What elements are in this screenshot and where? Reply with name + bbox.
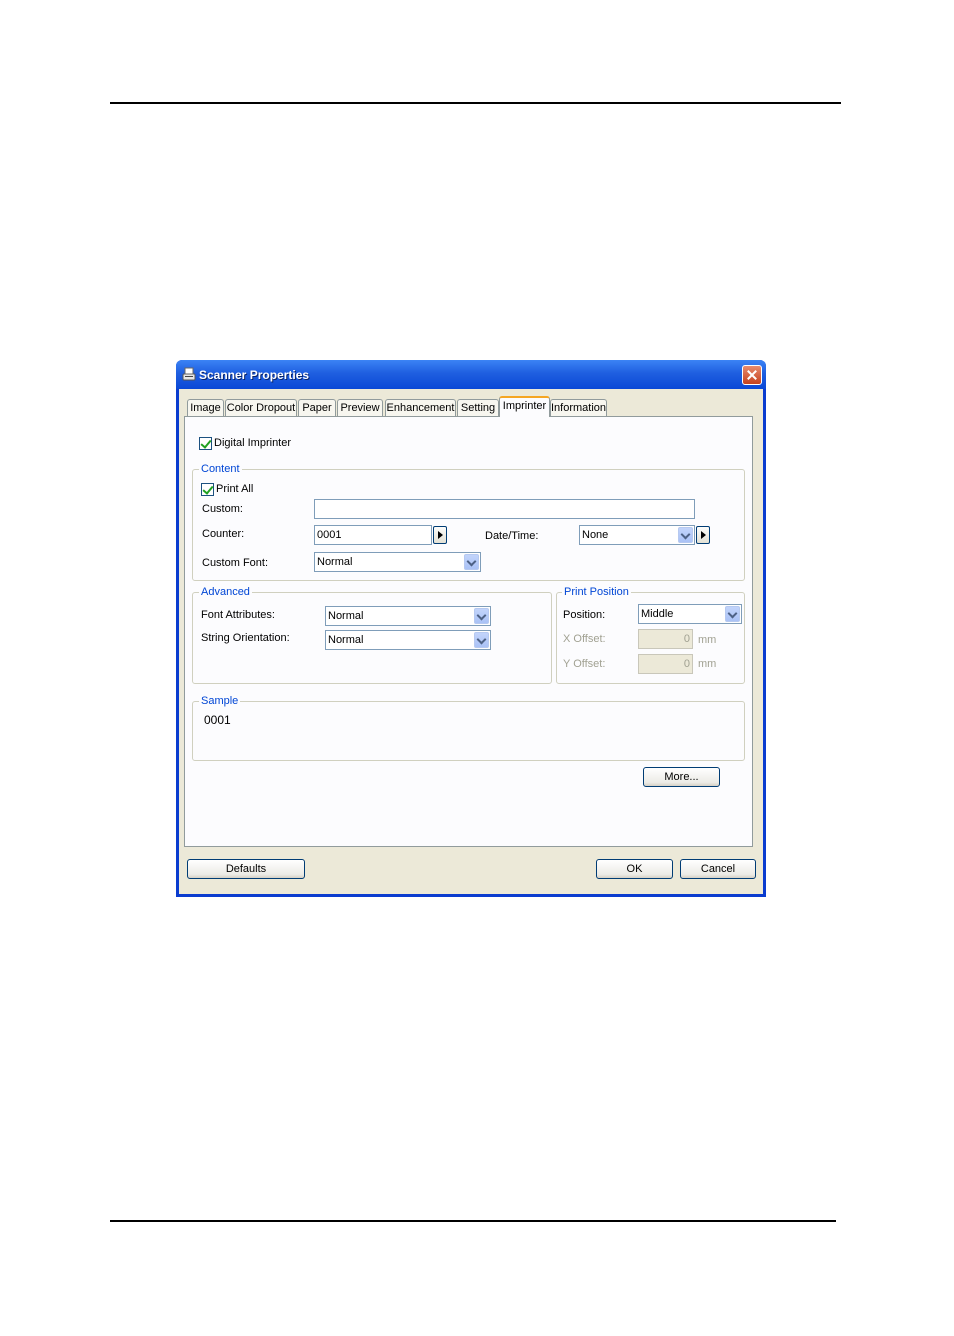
advanced-legend: Advanced	[199, 586, 252, 598]
tab-preview[interactable]: Preview	[337, 399, 383, 416]
tab-imprinter[interactable]: Imprinter	[499, 396, 550, 417]
chevron-down-icon[interactable]	[474, 632, 489, 648]
sample-text: 0001	[204, 713, 231, 727]
position-label: Position:	[563, 609, 606, 621]
print-position-legend: Print Position	[562, 586, 631, 598]
font-attributes-label: Font Attributes:	[201, 609, 275, 621]
cancel-button[interactable]: Cancel	[680, 859, 756, 879]
top-rule	[110, 102, 841, 104]
x-offset-unit: mm	[698, 634, 717, 646]
defaults-button[interactable]: Defaults	[187, 859, 305, 879]
string-orientation-label: String Orientation:	[201, 632, 290, 644]
bottom-rule	[110, 1220, 836, 1222]
content-legend: Content	[199, 463, 242, 475]
font-attributes-value: Normal	[328, 610, 364, 622]
chevron-down-icon[interactable]	[725, 606, 740, 622]
tab-setting[interactable]: Setting	[457, 399, 499, 416]
tab-image[interactable]: Image	[187, 399, 224, 416]
close-icon[interactable]	[742, 365, 762, 385]
print-all-label: Print All	[216, 483, 254, 495]
string-orientation-select[interactable]: Normal	[325, 630, 491, 650]
string-orientation-value: Normal	[328, 634, 364, 646]
y-offset-label: Y Offset:	[563, 658, 606, 670]
counter-arrow-button[interactable]	[433, 526, 447, 544]
digital-imprinter-label: Digital Imprinter	[214, 437, 292, 449]
counter-label: Counter:	[202, 528, 245, 540]
datetime-label: Date/Time:	[485, 530, 539, 542]
custom-font-label: Custom Font:	[202, 557, 269, 569]
tab-information[interactable]: Information	[550, 399, 607, 416]
position-value: Middle	[641, 608, 674, 620]
y-offset-input[interactable]: 0	[638, 654, 693, 674]
custom-font-select[interactable]: Normal	[314, 552, 481, 572]
chevron-down-icon[interactable]	[474, 608, 489, 624]
sample-group	[192, 701, 745, 761]
scanner-icon	[182, 367, 196, 381]
custom-input[interactable]	[314, 499, 695, 519]
datetime-value: None	[582, 529, 609, 541]
print-all-checkbox[interactable]	[201, 483, 214, 496]
chevron-down-icon[interactable]	[464, 554, 479, 570]
window-title: Scanner Properties	[199, 368, 310, 382]
x-offset-input[interactable]: 0	[638, 629, 693, 649]
x-offset-label: X Offset:	[563, 633, 606, 645]
chevron-down-icon[interactable]	[678, 527, 693, 543]
more-button[interactable]: More...	[643, 767, 720, 787]
tab-enhancement[interactable]: Enhancement	[385, 399, 456, 416]
tab-color-dropout[interactable]: Color Dropout	[225, 399, 297, 416]
font-attributes-select[interactable]: Normal	[325, 606, 491, 626]
tab-paper[interactable]: Paper	[298, 399, 336, 416]
sample-legend: Sample	[199, 695, 241, 707]
ok-button[interactable]: OK	[596, 859, 673, 879]
custom-label: Custom:	[202, 503, 243, 515]
counter-input[interactable]: 0001	[314, 525, 432, 545]
digital-imprinter-checkbox[interactable]	[199, 437, 212, 450]
custom-font-value: Normal	[317, 556, 353, 568]
y-offset-unit: mm	[698, 658, 717, 670]
datetime-arrow-button[interactable]	[696, 526, 710, 544]
